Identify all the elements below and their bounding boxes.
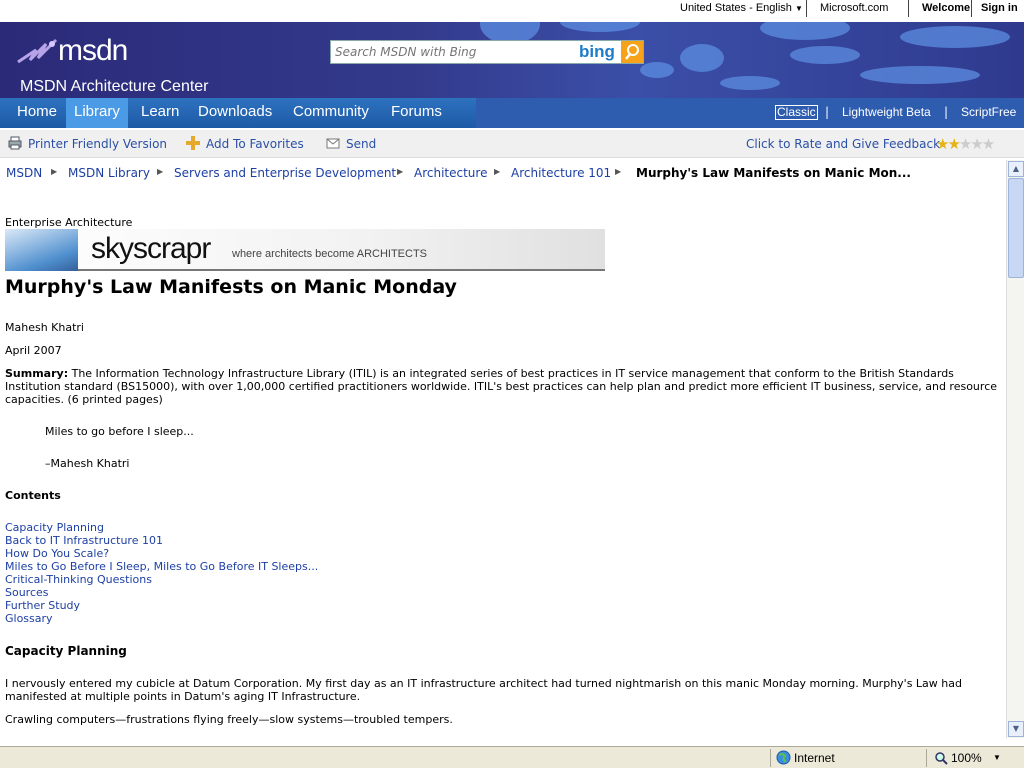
quote: Miles to go before I sleep... [45, 425, 194, 438]
zoom-level[interactable]: 100% [951, 751, 982, 765]
scroll-thumb[interactable] [1008, 178, 1024, 278]
breadcrumb-msdn-library[interactable]: MSDN Library [68, 166, 150, 180]
toc-link-capacity-planning[interactable]: Capacity Planning [5, 521, 104, 534]
section-heading-capacity-planning: Capacity Planning [5, 644, 127, 658]
view-lightweight-link[interactable]: Lightweight Beta [842, 105, 931, 119]
summary-label: Summary: [5, 367, 69, 380]
summary-text: The Information Technology Infrastructur… [5, 367, 998, 406]
article-toolbar: Printer Friendly Version Add To Favorite… [0, 130, 1024, 158]
toc-link-sources[interactable]: Sources [5, 586, 49, 599]
vertical-scrollbar[interactable]: ▲ ▼ [1006, 160, 1024, 738]
toc-link-critical-thinking[interactable]: Critical-Thinking Questions [5, 573, 152, 586]
chevron-right-icon: ▶ [494, 167, 501, 176]
skyscraper-image [5, 229, 78, 271]
site-header: msdn bing MSDN Architecture Center [0, 22, 1024, 98]
article-title: Murphy's Law Manifests on Manic Monday [5, 276, 457, 298]
article-date: April 2007 [5, 344, 62, 357]
status-bar: Internet 100% ▼ [0, 746, 1024, 768]
star-empty-icon: ★★★ [958, 135, 995, 153]
main-nav: Home Library Learn Downloads Community F… [0, 98, 1024, 128]
printer-friendly-link[interactable]: Printer Friendly Version [28, 137, 167, 151]
locale-selector[interactable]: United States - English ▼ [680, 2, 803, 14]
breadcrumb-architecture[interactable]: Architecture [414, 166, 487, 180]
welcome-text: Welcome [922, 2, 971, 14]
nav-tab-forums[interactable]: Forums [383, 98, 450, 128]
breadcrumb-architecture-101[interactable]: Architecture 101 [511, 166, 611, 180]
search-box: bing [330, 40, 644, 64]
scroll-up-button[interactable]: ▲ [1008, 161, 1024, 177]
toc-link-miles-to-go[interactable]: Miles to Go Before I Sleep, Miles to Go … [5, 560, 318, 573]
divider: | [825, 105, 830, 119]
printer-icon [8, 136, 22, 150]
chevron-down-icon: ▼ [794, 4, 803, 13]
divider [971, 0, 972, 17]
article-author: Mahesh Khatri [5, 321, 84, 334]
msdn-logo-icon [17, 38, 58, 64]
chevron-right-icon: ▶ [51, 167, 58, 176]
bing-logo: bing [579, 42, 615, 61]
rate-feedback-link[interactable]: Click to Rate and Give Feedback [746, 137, 940, 151]
toc-link-further-study[interactable]: Further Study [5, 599, 80, 612]
scroll-down-button[interactable]: ▼ [1008, 721, 1024, 737]
divider [908, 0, 909, 17]
locale-label: United States - English [680, 2, 792, 14]
toc-link-back-to-infrastructure[interactable]: Back to IT Infrastructure 101 [5, 534, 163, 547]
toc-link-glossary[interactable]: Glossary [5, 612, 53, 625]
chevron-down-icon: ▼ [1012, 724, 1020, 733]
nav-tab-community[interactable]: Community [285, 98, 377, 128]
section-title: MSDN Architecture Center [20, 78, 209, 95]
skyscrapr-banner: skyscrapr where architects become ARCHIT… [5, 229, 605, 271]
nav-tab-library[interactable]: Library [66, 98, 128, 128]
paragraph: I nervously entered my cubicle at Datum … [5, 677, 962, 703]
zone-label: Internet [794, 751, 835, 765]
nav-tab-learn[interactable]: Learn [133, 98, 187, 128]
view-scriptfree-link[interactable]: ScriptFree [961, 105, 1016, 119]
nav-tab-downloads[interactable]: Downloads [190, 98, 280, 128]
paragraph: Crawling computers—frustrations flying f… [5, 713, 453, 726]
microsoft-link[interactable]: Microsoft.com [820, 2, 888, 14]
chevron-right-icon: ▶ [615, 167, 622, 176]
envelope-icon [326, 138, 340, 149]
nav-tab-home[interactable]: Home [9, 98, 65, 128]
send-link[interactable]: Send [346, 137, 376, 151]
search-button[interactable] [621, 41, 643, 63]
chevron-down-icon[interactable]: ▼ [993, 753, 1001, 762]
star-icon: ★★ [936, 135, 961, 153]
chevron-right-icon: ▶ [157, 167, 164, 176]
divider: | [944, 105, 949, 119]
globe-icon [776, 750, 791, 765]
utility-bar: United States - English ▼ Microsoft.com … [0, 0, 1024, 22]
quote-author: –Mahesh Khatri [45, 457, 130, 470]
msdn-logo[interactable]: msdn [58, 34, 128, 68]
article-summary: Summary: The Information Technology Infr… [5, 367, 999, 406]
contents-heading: Contents [5, 489, 61, 502]
sign-in-link[interactable]: Sign in [981, 2, 1018, 14]
search-icon [625, 44, 639, 60]
chevron-right-icon: ▶ [397, 167, 404, 176]
plus-icon [186, 136, 200, 150]
breadcrumb-servers[interactable]: Servers and Enterprise Development [174, 166, 396, 180]
breadcrumb-msdn[interactable]: MSDN [6, 166, 42, 180]
add-favorites-link[interactable]: Add To Favorites [206, 137, 304, 151]
search-input[interactable] [335, 44, 575, 60]
zoom-icon [935, 752, 948, 765]
rating-stars[interactable]: ★★★★★ [936, 135, 995, 153]
toc-link-how-do-you-scale[interactable]: How Do You Scale? [5, 547, 109, 560]
divider [806, 0, 807, 17]
breadcrumb-current: Murphy's Law Manifests on Manic Mon... [636, 166, 911, 180]
skyscrapr-logo: skyscrapr [91, 232, 211, 265]
chevron-up-icon: ▲ [1012, 164, 1020, 173]
view-classic-link[interactable]: Classic [775, 105, 818, 120]
banner-tagline: where architects become ARCHITECTS [232, 248, 428, 260]
article-content: MSDN ▶ MSDN Library ▶ Servers and Enterp… [0, 160, 1006, 738]
article-category: Enterprise Architecture [5, 216, 133, 229]
